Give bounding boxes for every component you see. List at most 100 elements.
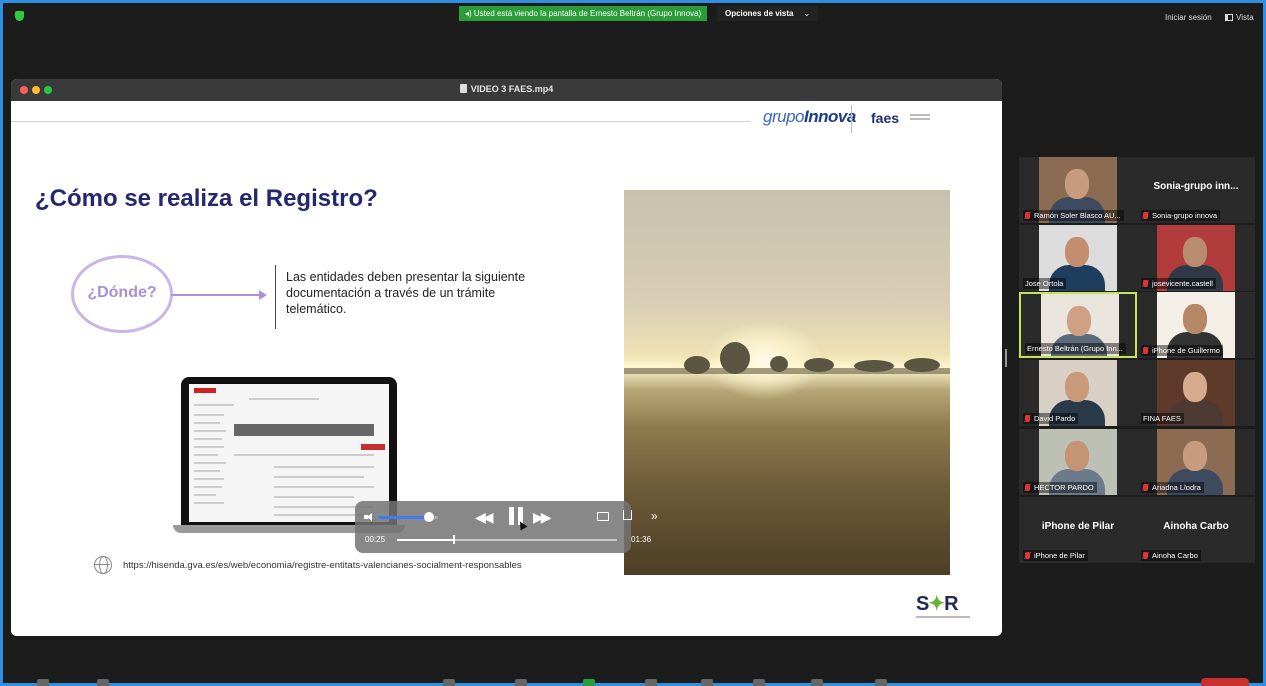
- logo-separator: [851, 105, 852, 133]
- website-button: [361, 444, 385, 450]
- website-content-line: [274, 476, 364, 478]
- participant-head: [1183, 441, 1207, 471]
- faes-logo: faes: [871, 110, 900, 126]
- logo-innova-text: Innova: [803, 107, 856, 126]
- participant-name: FINA FAES: [1143, 414, 1181, 423]
- panel-splitter-handle[interactable]: [1005, 349, 1007, 367]
- registry-url: https://hisenda.gva.es/es/web/economia/r…: [123, 560, 522, 571]
- progress-fill: [397, 539, 455, 541]
- participant-tile[interactable]: Ramón Soler Blasco AU...: [1019, 157, 1137, 223]
- participant-tile[interactable]: FINA FAES: [1137, 360, 1255, 426]
- muted-mic-icon: [1143, 280, 1148, 287]
- arrow-line: [171, 294, 263, 296]
- participant-name: Ramón Soler Blasco AU...: [1034, 211, 1121, 220]
- whiteboards-icon[interactable]: [811, 679, 823, 686]
- muted-mic-icon: [1025, 212, 1030, 219]
- participants-icon[interactable]: [443, 679, 455, 686]
- mute-mic-icon[interactable]: [37, 679, 49, 686]
- slide-title: ¿Cómo se realiza el Registro?: [35, 185, 378, 212]
- website-header: [249, 398, 319, 400]
- fast-forward-button[interactable]: ▶▶: [533, 509, 551, 526]
- participant-tile[interactable]: Ernesto Beltrán (Grupo Inn...: [1019, 292, 1137, 358]
- view-label: Vista: [1236, 13, 1254, 22]
- horizon: [624, 368, 950, 374]
- website-content-line: [274, 514, 364, 516]
- participant-name: Ainoha Carbo: [1152, 551, 1198, 560]
- grupo-innova-logo: grupoInnova: [763, 107, 856, 127]
- more-icon[interactable]: [875, 679, 887, 686]
- share-icon[interactable]: [623, 510, 632, 520]
- logo-grupo-text: grupo: [763, 107, 804, 126]
- website-sidebar-line: [194, 502, 224, 504]
- leave-meeting-button[interactable]: [1201, 678, 1249, 686]
- rewind-button[interactable]: ◀◀: [475, 509, 493, 526]
- zoom-window: ◂) Usted está viendo la pantalla de Erne…: [0, 0, 1266, 686]
- playback-controls: ◀◀ ▶▶ » 00:25 01:36: [355, 501, 658, 553]
- tree: [770, 356, 788, 372]
- view-options-label: Opciones de vista: [725, 9, 794, 18]
- view-button[interactable]: Vista: [1225, 13, 1254, 22]
- faes-logo-subtitle: [910, 114, 930, 120]
- participant-head: [1067, 306, 1091, 336]
- participant-name-label: Ainoha Carbo: [1141, 550, 1201, 561]
- website-content-line: [274, 466, 374, 468]
- participant-name: Sonia-grupo innova: [1152, 211, 1218, 220]
- donde-label: ¿Dónde?: [87, 284, 157, 301]
- tree: [904, 358, 940, 372]
- sign-in-link[interactable]: Iniciar sesión: [1165, 13, 1212, 22]
- participant-tile[interactable]: HECTOR PARDO: [1019, 429, 1137, 495]
- video-title-bar: VIDEO 3 FAES.mp4: [11, 79, 1002, 101]
- progress-scrubber[interactable]: [453, 535, 456, 544]
- website-sidebar-line: [194, 454, 218, 456]
- record-icon[interactable]: [645, 679, 657, 686]
- participant-head: [1065, 441, 1089, 471]
- sr-logo: S✦R: [916, 591, 959, 616]
- sunrise-field-photo: [624, 190, 950, 575]
- chevron-down-icon: ⌄: [803, 9, 811, 18]
- participant-head: [1065, 372, 1089, 402]
- participant-name-label: Sonia-grupo innova: [1141, 210, 1221, 221]
- muted-mic-icon: [1143, 347, 1148, 354]
- website-sidebar-line: [194, 438, 222, 440]
- more-options-icon[interactable]: »: [651, 509, 658, 523]
- participant-display-name: iPhone de Pilar: [1041, 521, 1115, 532]
- participant-name-label: Jose Ortola: [1023, 278, 1067, 289]
- muted-mic-icon: [1025, 415, 1030, 422]
- volume-knob[interactable]: [424, 512, 434, 522]
- reactions-icon[interactable]: [701, 679, 713, 686]
- presentation-slide: grupoInnova faes ¿Cómo se realiza el Reg…: [11, 101, 1002, 636]
- website-content-line: [274, 496, 354, 498]
- participant-name: iPhone de Pilar: [1034, 551, 1085, 560]
- stop-video-icon[interactable]: [97, 679, 109, 686]
- chat-icon[interactable]: [515, 679, 527, 686]
- participant-tile[interactable]: Sonia-grupo inn... Sonia-grupo innova: [1137, 157, 1255, 223]
- meeting-toolbar: [3, 675, 1263, 686]
- participant-tile[interactable]: Ainoha Carbo Ainoha Carbo: [1137, 497, 1255, 563]
- progress-bar[interactable]: [397, 539, 617, 541]
- participant-tile[interactable]: David Pardo: [1019, 360, 1137, 426]
- website-banner: [234, 424, 374, 436]
- picture-in-picture-icon[interactable]: [597, 512, 609, 521]
- participant-tile[interactable]: iPhone de Pilar iPhone de Pilar: [1019, 497, 1137, 563]
- security-shield-icon[interactable]: [15, 11, 24, 21]
- duration: 01:36: [631, 535, 652, 544]
- apps-icon[interactable]: [753, 679, 765, 686]
- view-options-button[interactable]: Opciones de vista ⌄: [717, 6, 819, 21]
- participant-name-label: FINA FAES: [1141, 413, 1184, 424]
- participant-name-label: Ariadna Llodra: [1141, 482, 1204, 493]
- participant-tile[interactable]: Ariadna Llodra: [1137, 429, 1255, 495]
- participant-name-label: Ramón Soler Blasco AU...: [1023, 210, 1124, 221]
- website-sidebar-line: [194, 486, 222, 488]
- participant-tile[interactable]: josevicente.castell: [1137, 225, 1255, 291]
- participant-name: HECTOR PARDO: [1034, 483, 1094, 492]
- sr-logo-subtitle: [916, 616, 970, 618]
- participant-name: Ernesto Beltrán (Grupo Inn...: [1027, 344, 1123, 353]
- share-screen-icon[interactable]: [583, 679, 595, 686]
- video-player-window: VIDEO 3 FAES.mp4 grupoInnova faes ¿Cómo …: [11, 79, 1002, 636]
- volume-icon[interactable]: [364, 513, 374, 521]
- share-banner-text: Usted está viendo la pantalla de Ernesto…: [473, 9, 702, 18]
- participant-tile[interactable]: Jose Ortola: [1019, 225, 1137, 291]
- participant-tile[interactable]: iPhone de Guillermo: [1137, 292, 1255, 358]
- sr-logo-r: R: [944, 593, 958, 615]
- website-sidebar-line: [194, 446, 224, 448]
